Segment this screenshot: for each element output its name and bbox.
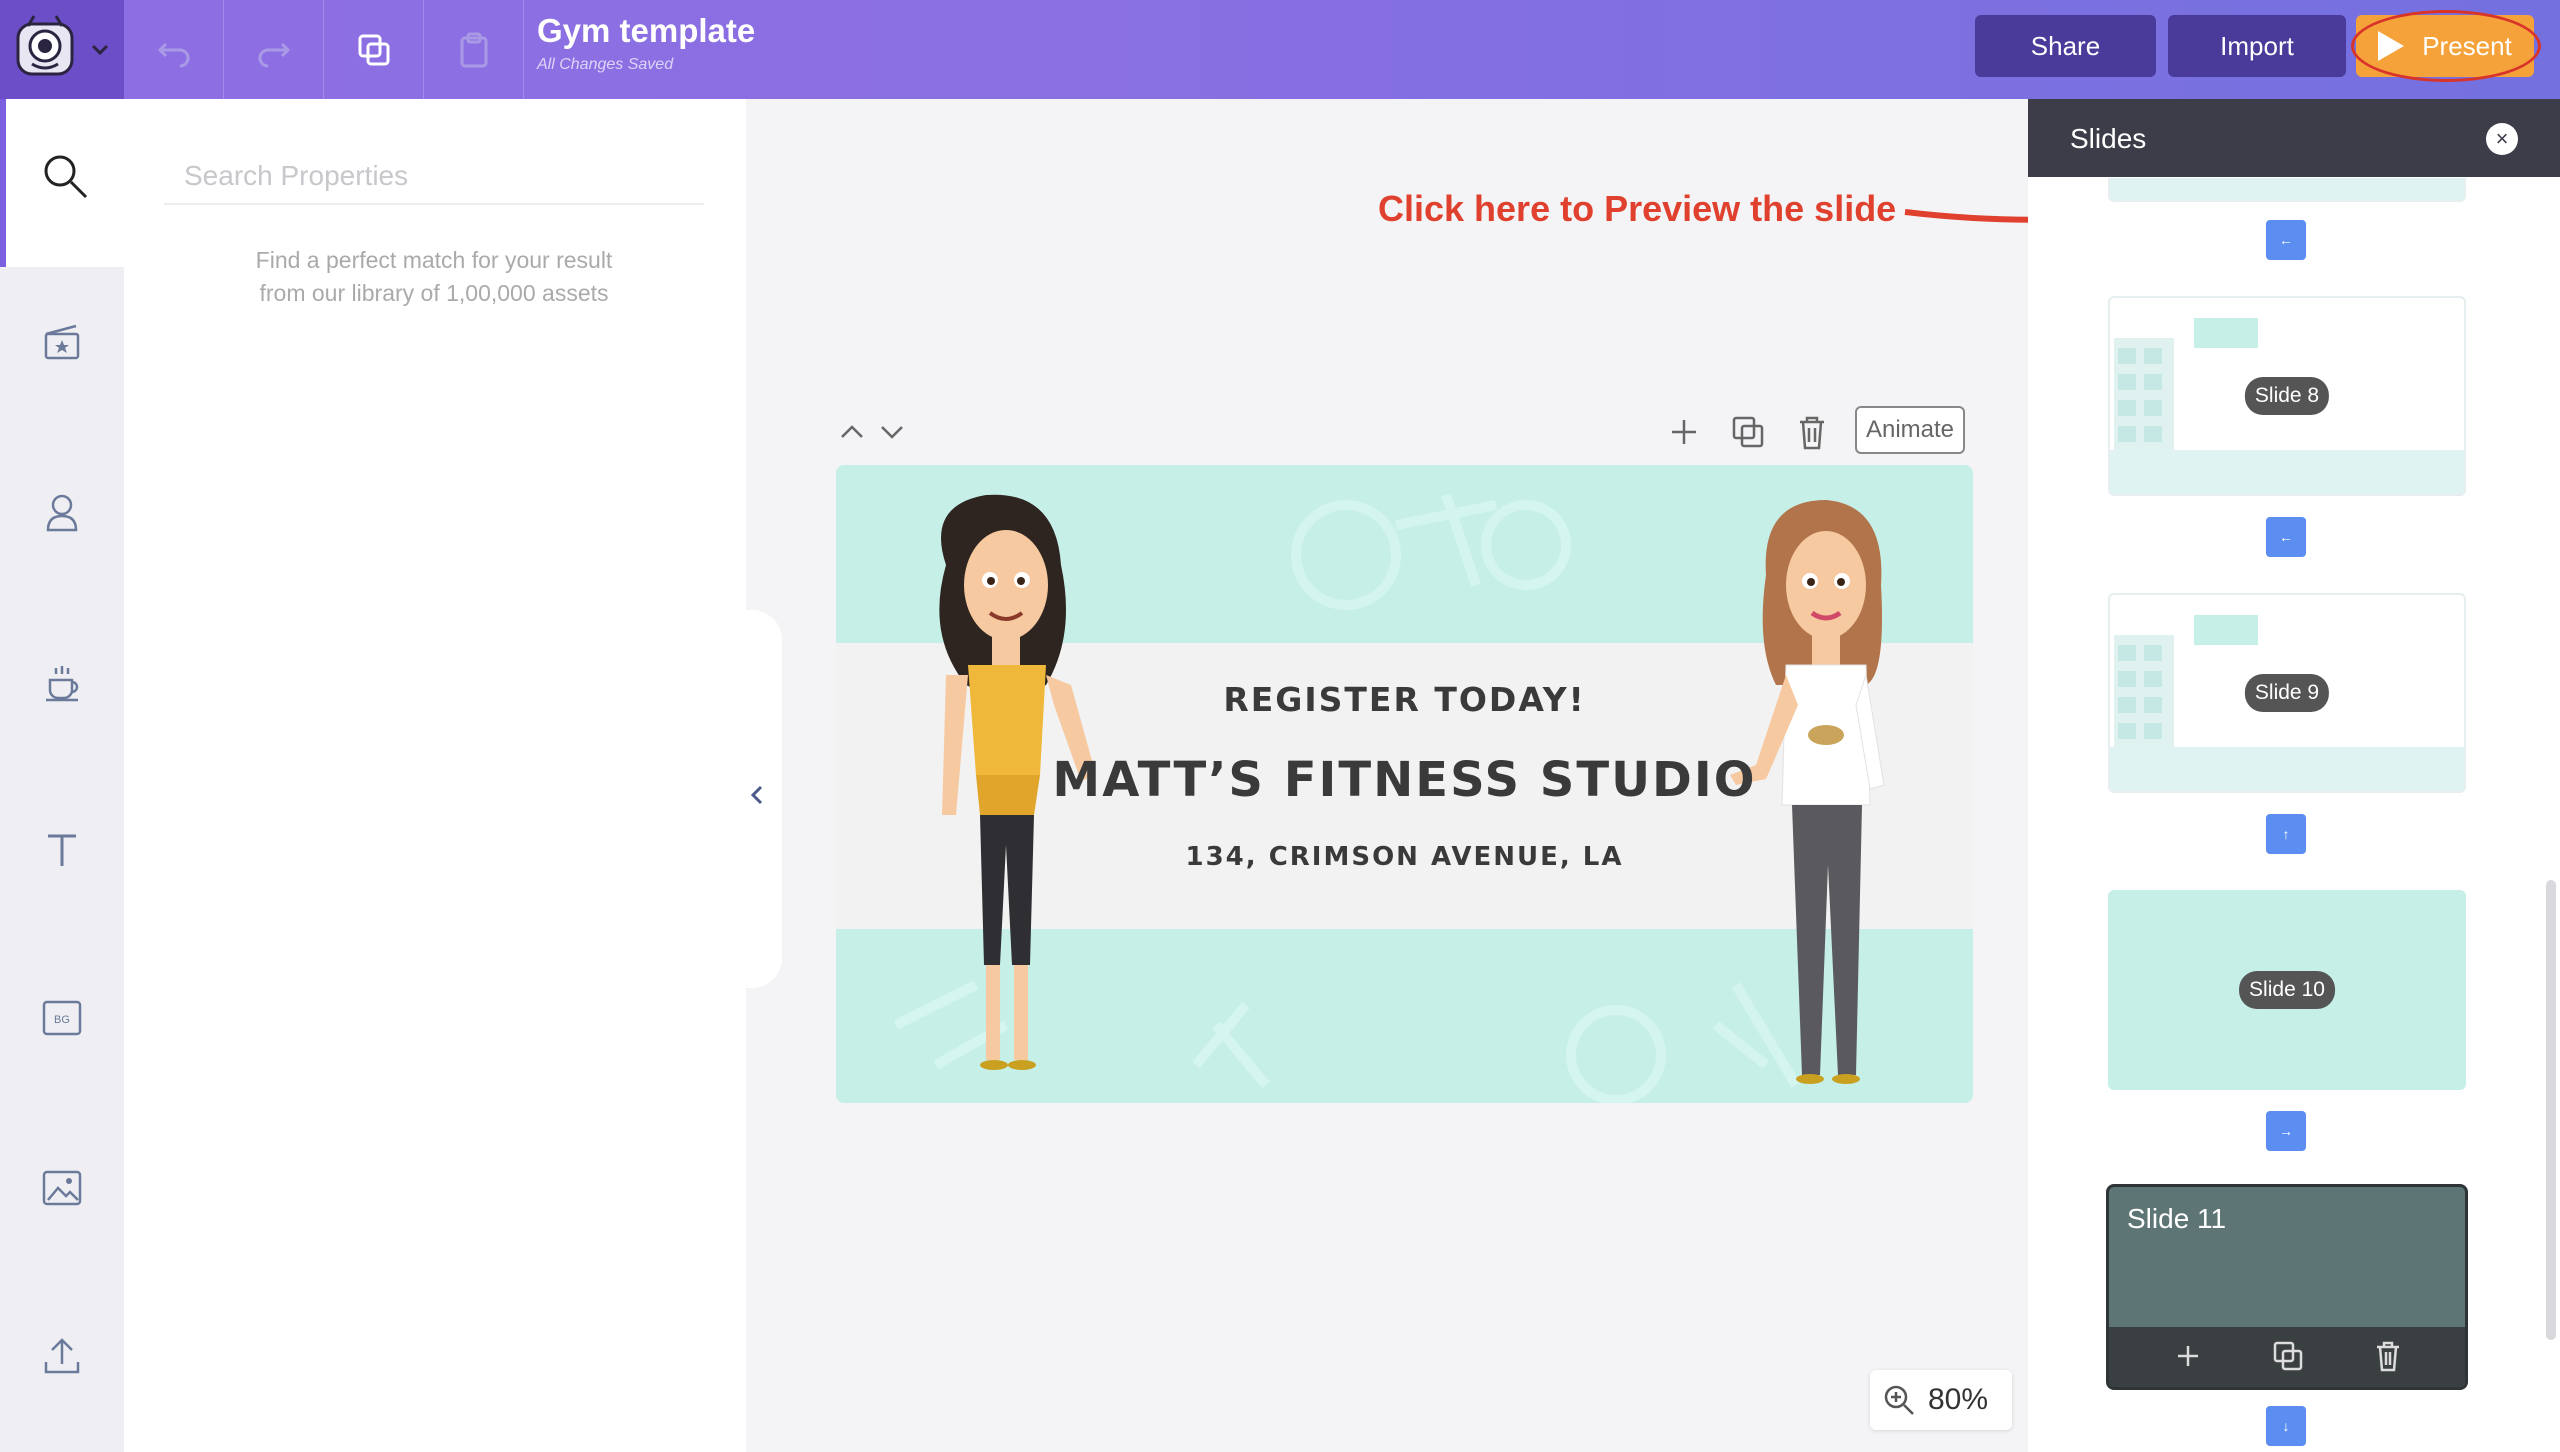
props-icon[interactable] [40, 660, 84, 704]
thumbnail-floor [2110, 747, 2464, 791]
search-properties-input[interactable] [164, 149, 704, 205]
app-menu[interactable] [0, 0, 124, 99]
search-hint-line-2: from our library of 1,00,000 assets [259, 280, 609, 306]
collapse-panel-tab[interactable] [734, 610, 782, 988]
zoom-control[interactable]: 80% [1870, 1370, 2012, 1430]
search-hint: Find a perfect match for your result fro… [194, 244, 674, 310]
slide-canvas[interactable]: REGISTER TODAY! MATT’S FITNESS STUDIO 13… [836, 465, 1973, 1103]
undo-button[interactable] [124, 0, 224, 99]
add-slide-icon[interactable] [1664, 412, 1704, 452]
character-icon[interactable] [40, 490, 84, 534]
animate-button[interactable]: Animate [1855, 406, 1965, 454]
search-hint-line-1: Find a perfect match for your result [255, 247, 613, 273]
slide-thumbnail[interactable]: Slide 9 [2108, 593, 2466, 793]
undo-icon [157, 42, 189, 67]
slides-panel-title: Slides [2070, 123, 2147, 154]
rail-item-search[interactable] [0, 99, 124, 267]
delete-slide-icon[interactable] [2371, 1339, 2405, 1373]
slide-thumbnail[interactable]: Slide 10 [2108, 890, 2466, 1090]
slide-thumbnail[interactable]: Slide 8 [2108, 296, 2466, 496]
slide-thumbnail-partial[interactable] [2108, 178, 2466, 202]
top-bar: Gym template All Changes Saved Share Imp… [0, 0, 2560, 99]
zoom-level: 80% [1928, 1383, 1989, 1416]
add-slide-icon[interactable] [2171, 1339, 2205, 1373]
redo-icon [258, 42, 290, 67]
svg-text:BG: BG [54, 1014, 70, 1026]
scene-icon[interactable] [40, 320, 84, 364]
text-icon[interactable] [40, 828, 84, 872]
redo-button[interactable] [224, 0, 324, 99]
image-icon[interactable] [40, 1166, 84, 1210]
transition-button[interactable]: ← [2266, 517, 2306, 557]
current-slide-label: Slide 11 [2127, 1203, 2227, 1234]
chevron-down-icon[interactable] [90, 40, 110, 60]
transition-button[interactable]: ← [2266, 220, 2306, 260]
clipboard-icon [460, 32, 487, 67]
delete-slide-icon[interactable] [1792, 412, 1832, 452]
copy-button[interactable] [324, 0, 424, 99]
slide-thumbnail-label: Slide 8 [2244, 377, 2330, 415]
duplicate-slide-icon[interactable] [2271, 1339, 2305, 1373]
close-icon[interactable]: × [2486, 123, 2518, 155]
paste-button[interactable] [424, 0, 524, 99]
move-slide-down-icon[interactable] [876, 416, 908, 448]
transition-button[interactable]: → [2266, 1111, 2306, 1151]
mascot-logo-icon [16, 15, 74, 76]
slide-studio-name-text[interactable]: MATT’S FITNESS STUDIO [836, 752, 1973, 808]
share-button[interactable]: Share [1975, 15, 2156, 77]
slide-thumbnail-current[interactable]: Slide 11 [2106, 1184, 2468, 1390]
copy-icon [358, 34, 389, 65]
preview-callout-text: Click here to Preview the slide [1378, 188, 1897, 229]
slide-address-text[interactable]: 134, CRIMSON AVENUE, LA [836, 842, 1973, 872]
move-slide-up-icon[interactable] [836, 416, 868, 448]
chevron-left-icon [750, 785, 763, 805]
present-highlight-ring [2351, 10, 2541, 82]
transition-button[interactable]: ↑ [2266, 814, 2306, 854]
search-icon [44, 155, 88, 199]
thumbnail-floor [2110, 450, 2464, 494]
slides-panel-header: Slides × [2028, 99, 2560, 177]
zoom-in-icon [1884, 1385, 1914, 1415]
thumbnail-toolbar [2109, 1327, 2465, 1387]
slide-thumbnail-label: Slide 10 [2239, 971, 2335, 1009]
slides-scrollbar[interactable] [2546, 880, 2556, 1340]
properties-panel: Find a perfect match for your result fro… [124, 99, 746, 1452]
tool-rail [0, 99, 124, 1452]
slide-thumbnail-label: Slide 9 [2244, 674, 2330, 712]
import-button[interactable]: Import [2168, 15, 2346, 77]
transition-button[interactable]: ↓ [2266, 1406, 2306, 1446]
slide-register-text[interactable]: REGISTER TODAY! [836, 680, 1973, 719]
document-title-block: Gym template All Changes Saved [537, 12, 755, 74]
background-icon[interactable]: BG [40, 996, 84, 1040]
upload-icon[interactable] [40, 1334, 84, 1378]
save-status: All Changes Saved [537, 56, 674, 73]
document-title[interactable]: Gym template [537, 12, 755, 50]
duplicate-slide-icon[interactable] [1728, 412, 1768, 452]
